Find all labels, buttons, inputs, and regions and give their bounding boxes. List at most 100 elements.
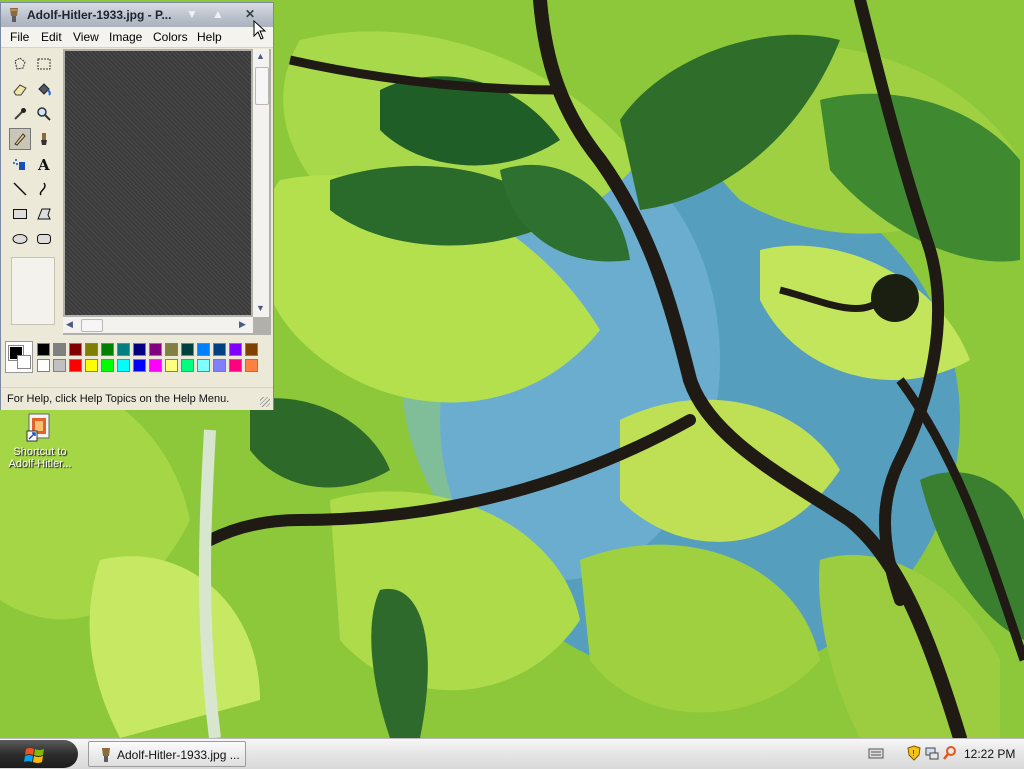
vertical-scroll-thumb[interactable] (255, 67, 269, 105)
eraser-icon (13, 84, 27, 96)
menu-help[interactable]: Help (197, 30, 222, 44)
airbrush-tool[interactable] (9, 153, 31, 175)
taskbar-paint-label: Adolf-Hitler-1933.jpg ... (117, 748, 240, 762)
paint-window[interactable]: Adolf-Hitler-1933.jpg - P... ▼ ▲ ✕ File … (0, 2, 274, 410)
network-icon[interactable] (924, 745, 940, 761)
color-swatch[interactable] (69, 359, 82, 372)
menu-file[interactable]: File (10, 30, 29, 44)
color-swatch[interactable] (85, 343, 98, 356)
menu-colors[interactable]: Colors (153, 30, 188, 44)
magnifier-tool[interactable] (33, 103, 55, 125)
image-canvas[interactable] (65, 51, 251, 315)
color-swatch[interactable] (165, 343, 178, 356)
scroll-left-arrow-icon[interactable]: ◀ (66, 319, 73, 330)
airbrush-icon (13, 159, 25, 170)
color-palette (5, 341, 267, 375)
color-swatch[interactable] (181, 343, 194, 356)
rectangle-icon (13, 209, 27, 219)
ellipse-tool[interactable] (9, 228, 31, 250)
title-bar[interactable]: Adolf-Hitler-1933.jpg - P... ▼ ▲ ✕ (1, 3, 273, 27)
color-swatch[interactable] (69, 343, 82, 356)
color-swatch[interactable] (245, 343, 258, 356)
taskbar-paint-button[interactable]: Adolf-Hitler-1933.jpg ... (88, 741, 246, 767)
desktop-shortcut[interactable]: Shortcut to Adolf-Hitler... (2, 412, 78, 470)
tool-options-box[interactable] (11, 257, 55, 325)
eraser-tool[interactable] (9, 78, 31, 100)
desktop-shortcut-label: Shortcut to Adolf-Hitler... (8, 446, 72, 470)
paint-shortcut-icon (26, 412, 54, 442)
paint-app-icon (7, 7, 21, 23)
curve-icon (39, 182, 46, 196)
polygon-tool[interactable] (33, 203, 55, 225)
color-swatch[interactable] (165, 359, 178, 372)
start-button[interactable] (0, 740, 78, 768)
paint-app-icon (102, 748, 110, 762)
menu-edit[interactable]: Edit (41, 30, 62, 44)
color-swatch[interactable] (229, 343, 242, 356)
color-swatch[interactable] (149, 343, 162, 356)
keyboard-icon[interactable] (868, 745, 884, 761)
text-tool[interactable]: A (33, 153, 55, 175)
brush-icon (41, 133, 47, 145)
minimize-button[interactable]: ▼ (181, 6, 203, 22)
status-text: For Help, click Help Topics on the Help … (7, 393, 230, 405)
current-colors (5, 341, 33, 373)
rounded-rect-tool[interactable] (33, 228, 55, 250)
color-swatch[interactable] (101, 359, 114, 372)
color-swatch[interactable] (85, 359, 98, 372)
search-icon[interactable] (942, 745, 958, 761)
color-swatch[interactable] (213, 359, 226, 372)
rect-select-tool[interactable] (33, 53, 55, 75)
color-swatch[interactable] (213, 343, 226, 356)
rectangle-tool[interactable] (9, 203, 31, 225)
menu-bar: File Edit View Image Colors Help (1, 27, 273, 48)
color-swatch[interactable] (229, 359, 242, 372)
background-color[interactable] (17, 355, 31, 369)
brush-tool[interactable] (33, 128, 55, 150)
svg-text:!: ! (912, 749, 915, 758)
color-swatch[interactable] (37, 359, 50, 372)
color-swatch[interactable] (117, 343, 130, 356)
fill-icon (38, 83, 51, 96)
ellipse-icon (12, 234, 28, 244)
curve-tool[interactable] (33, 178, 55, 200)
color-swatch[interactable] (197, 359, 210, 372)
color-swatch[interactable] (181, 359, 194, 372)
line-icon (13, 182, 27, 196)
scroll-up-arrow-icon[interactable]: ▲ (256, 51, 265, 61)
maximize-button[interactable]: ▲ (207, 6, 229, 22)
fill-tool[interactable] (33, 78, 55, 100)
clock[interactable]: 12:22 PM (964, 747, 1015, 761)
color-swatch[interactable] (133, 343, 146, 356)
horizontal-scrollbar[interactable]: ◀ ▶ (63, 317, 253, 333)
scroll-right-arrow-icon[interactable]: ▶ (239, 319, 246, 330)
pencil-tool[interactable] (9, 128, 31, 150)
line-tool[interactable] (9, 178, 31, 200)
resize-grip-icon[interactable] (260, 397, 270, 407)
pick-color-tool[interactable] (9, 103, 31, 125)
color-swatch[interactable] (149, 359, 162, 372)
horizontal-scroll-thumb[interactable] (81, 319, 103, 332)
color-swatch[interactable] (133, 359, 146, 372)
menu-image[interactable]: Image (109, 30, 142, 44)
mouse-cursor-icon (253, 20, 267, 40)
free-form-select-icon (14, 57, 26, 70)
free-form-select-tool[interactable] (9, 53, 31, 75)
windows-logo-icon (24, 748, 44, 763)
color-swatch[interactable] (117, 359, 130, 372)
color-swatch[interactable] (53, 343, 66, 356)
taskbar: Adolf-Hitler-1933.jpg ... ! 12:22 PM (0, 738, 1024, 769)
canvas-area: ▲ ▼ ◀ ▶ (63, 49, 271, 335)
color-swatch[interactable] (53, 359, 66, 372)
color-swatch[interactable] (101, 343, 114, 356)
color-swatch[interactable] (37, 343, 50, 356)
menu-view[interactable]: View (73, 30, 99, 44)
vertical-scrollbar[interactable]: ▲ ▼ (253, 49, 269, 317)
system-tray: ! 12:22 PM (860, 739, 1024, 769)
scroll-down-arrow-icon[interactable]: ▼ (256, 303, 265, 313)
color-swatch[interactable] (197, 343, 210, 356)
window-title: Adolf-Hitler-1933.jpg - P... (27, 8, 172, 22)
color-swatch[interactable] (245, 359, 258, 372)
pick-color-icon (14, 108, 26, 120)
security-shield-icon[interactable]: ! (906, 745, 922, 761)
